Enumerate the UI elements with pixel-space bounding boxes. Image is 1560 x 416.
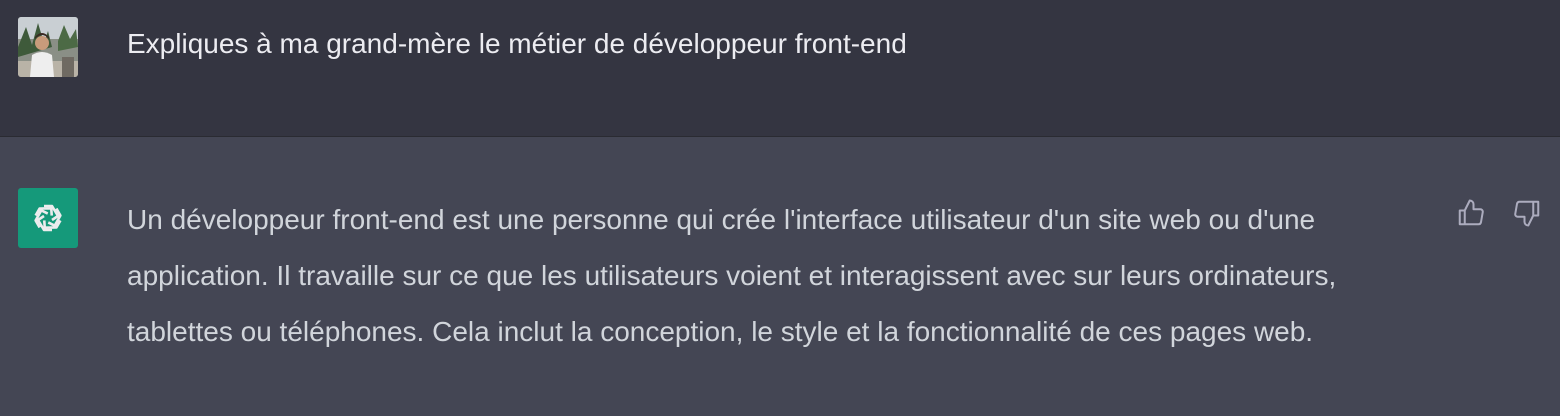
thumbs-down-icon	[1514, 200, 1540, 227]
user-avatar	[18, 17, 78, 77]
assistant-message-row: Un développeur front-end est une personn…	[0, 138, 1560, 416]
user-photo-avatar	[18, 17, 78, 77]
user-message-text: Expliques à ma grand-mère le métier de d…	[127, 28, 907, 59]
thumbs-up-icon	[1458, 199, 1484, 226]
user-message-row: Expliques à ma grand-mère le métier de d…	[0, 0, 1560, 137]
openai-logo-icon	[34, 204, 62, 232]
thumbs-up-button[interactable]	[1454, 196, 1488, 230]
assistant-message-text: Un développeur front-end est une personn…	[127, 204, 1337, 347]
thumbs-down-button[interactable]	[1510, 196, 1544, 230]
assistant-avatar	[18, 188, 78, 248]
